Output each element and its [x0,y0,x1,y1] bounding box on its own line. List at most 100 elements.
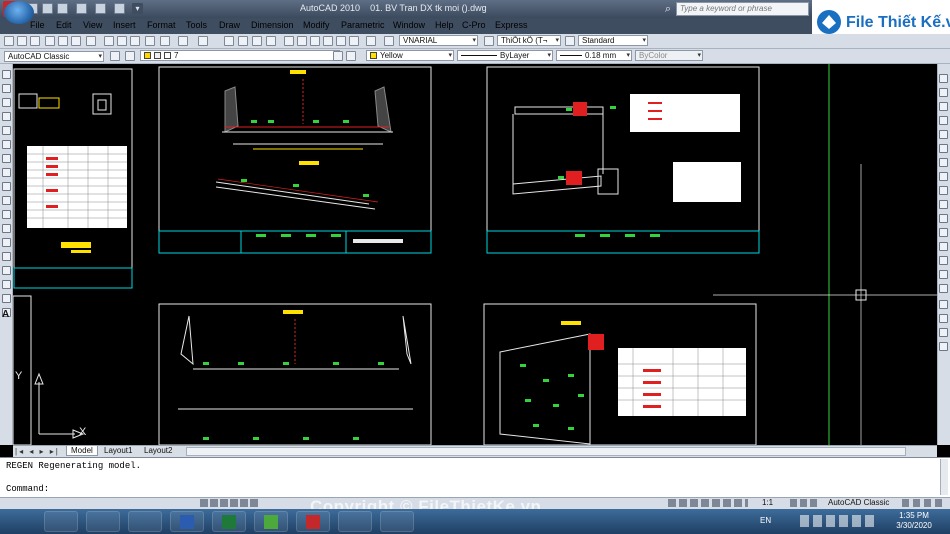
language-indicator[interactable]: EN [760,516,771,525]
taskbar-clock[interactable]: 1:35 PM 3/30/2020 [884,511,944,531]
circle-icon[interactable] [2,154,11,163]
make-block-icon[interactable] [2,238,11,247]
menu-view[interactable]: View [83,20,102,30]
point-icon[interactable] [2,252,11,261]
menu-file[interactable]: File [30,20,45,30]
revision-cloud-icon[interactable] [2,168,11,177]
mirror-icon[interactable] [939,102,948,111]
hatch-icon[interactable] [2,266,11,275]
erase-icon[interactable] [939,74,948,83]
region-icon[interactable] [2,294,11,303]
polygon-icon[interactable] [2,112,11,121]
color-dropdown[interactable]: Yellow ▾ [366,50,454,61]
design-center-icon[interactable] [297,36,307,46]
zoom-realtime-icon[interactable] [238,36,248,46]
plotstyle-dropdown[interactable]: ByColor ▾ [635,50,703,61]
menu-dimension[interactable]: Dimension [251,20,294,30]
tab-layout2[interactable]: Layout2 [140,446,176,456]
text-style-dropdown[interactable]: VNARIAL ▾ [399,35,478,46]
menu-parametric[interactable]: Parametric [341,20,385,30]
draw-order-icon[interactable] [939,300,948,309]
menu-format[interactable]: Format [147,20,176,30]
taskbar-paint-icon[interactable] [338,511,372,532]
sheet-set-icon[interactable] [323,36,333,46]
make-object-layer-current-icon[interactable] [333,51,343,61]
taskbar-unikey-icon[interactable] [44,511,78,532]
quickcalc-icon[interactable] [349,36,359,46]
polyline-icon[interactable] [2,98,11,107]
open-file-icon[interactable] [17,36,27,46]
save-file-icon[interactable] [30,36,40,46]
menu-tools[interactable]: Tools [186,20,207,30]
text-front-icon[interactable] [939,342,948,351]
ellipse-icon[interactable] [2,196,11,205]
gradient-icon[interactable] [2,280,11,289]
layer-previous-icon[interactable] [346,51,356,61]
copy-icon[interactable] [117,36,127,46]
menu-insert[interactable]: Insert [113,20,136,30]
tab-model[interactable]: Model [66,446,98,456]
infocenter-search-input[interactable]: Type a keyword or phrase [676,2,809,16]
quick-access-dropdown-icon[interactable]: ▾ [132,3,143,14]
dim-style-icon[interactable] [484,36,494,46]
menu-draw[interactable]: Draw [219,20,240,30]
ellipse-arc-icon[interactable] [2,210,11,219]
start-button[interactable] [4,1,34,24]
taskbar-word-icon[interactable] [170,511,204,532]
publish-icon[interactable] [71,36,81,46]
menu-edit[interactable]: Edit [56,20,72,30]
join-icon[interactable] [939,242,948,251]
dim-style-dropdown[interactable]: ThiÕt kÕ (T¬ ▾ [497,35,561,46]
rotate-icon[interactable] [939,158,948,167]
qnew-icon[interactable] [4,36,14,46]
zoom-window-icon[interactable] [252,36,262,46]
move-icon[interactable] [939,144,948,153]
taskbar-excel-icon[interactable] [212,511,246,532]
copy-object-icon[interactable] [939,88,948,97]
linetype-dropdown[interactable]: ByLayer ▾ [457,50,553,61]
table-style-icon[interactable] [565,36,575,46]
block-editor-icon[interactable] [160,36,170,46]
spline-icon[interactable] [2,182,11,191]
zoom-previous-icon[interactable] [266,36,276,46]
save-icon[interactable] [57,3,68,14]
construction-line-icon[interactable] [2,84,11,93]
menu-c-pro[interactable]: C-Pro [462,20,486,30]
taskbar-autocad-icon[interactable] [296,511,330,532]
fillet-icon[interactable] [939,270,948,279]
insert-block-icon[interactable] [2,224,11,233]
line-icon[interactable] [2,70,11,79]
menu-window[interactable]: Window [393,20,425,30]
draw-order-front-icon[interactable] [939,314,948,323]
drafting-settings-toggles[interactable] [200,499,260,507]
command-scrollbar[interactable] [940,459,948,495]
draw-order-back-icon[interactable] [939,328,948,337]
annotation-visibility-icons[interactable] [790,499,818,507]
open-icon[interactable] [42,3,53,14]
layer-dropdown[interactable]: 7▾ [140,50,340,61]
command-prompt[interactable]: Command: [6,484,49,494]
menu-modify[interactable]: Modify [303,20,330,30]
tab-layout1[interactable]: Layout1 [100,446,136,456]
stretch-icon[interactable] [939,186,948,195]
offset-icon[interactable] [939,116,948,125]
markup-icon[interactable] [336,36,346,46]
scale-icon[interactable] [939,172,948,181]
viewport-tool-icons[interactable] [668,499,748,507]
arc-icon[interactable] [2,140,11,149]
explode-icon[interactable] [939,284,948,293]
menu-help[interactable]: Help [435,20,454,30]
multiline-text-icon[interactable]: A [2,309,9,320]
table-style-dropdown[interactable]: Standard ▾ [578,35,648,46]
tab-navigation-arrows[interactable]: |◂ ◂ ▸ ▸| [15,447,60,456]
undo-toolbar-icon[interactable] [178,36,188,46]
tool-palettes-icon[interactable] [310,36,320,46]
plot-icon[interactable] [114,3,125,14]
workspace-settings-icon[interactable] [110,51,120,61]
taskbar-app-icon[interactable] [254,511,288,532]
break-icon[interactable] [939,228,948,237]
3d-dwf-icon[interactable] [86,36,96,46]
taskbar-ccleaner-icon[interactable] [86,511,120,532]
menu-express[interactable]: Express [495,20,528,30]
cut-icon[interactable] [104,36,114,46]
